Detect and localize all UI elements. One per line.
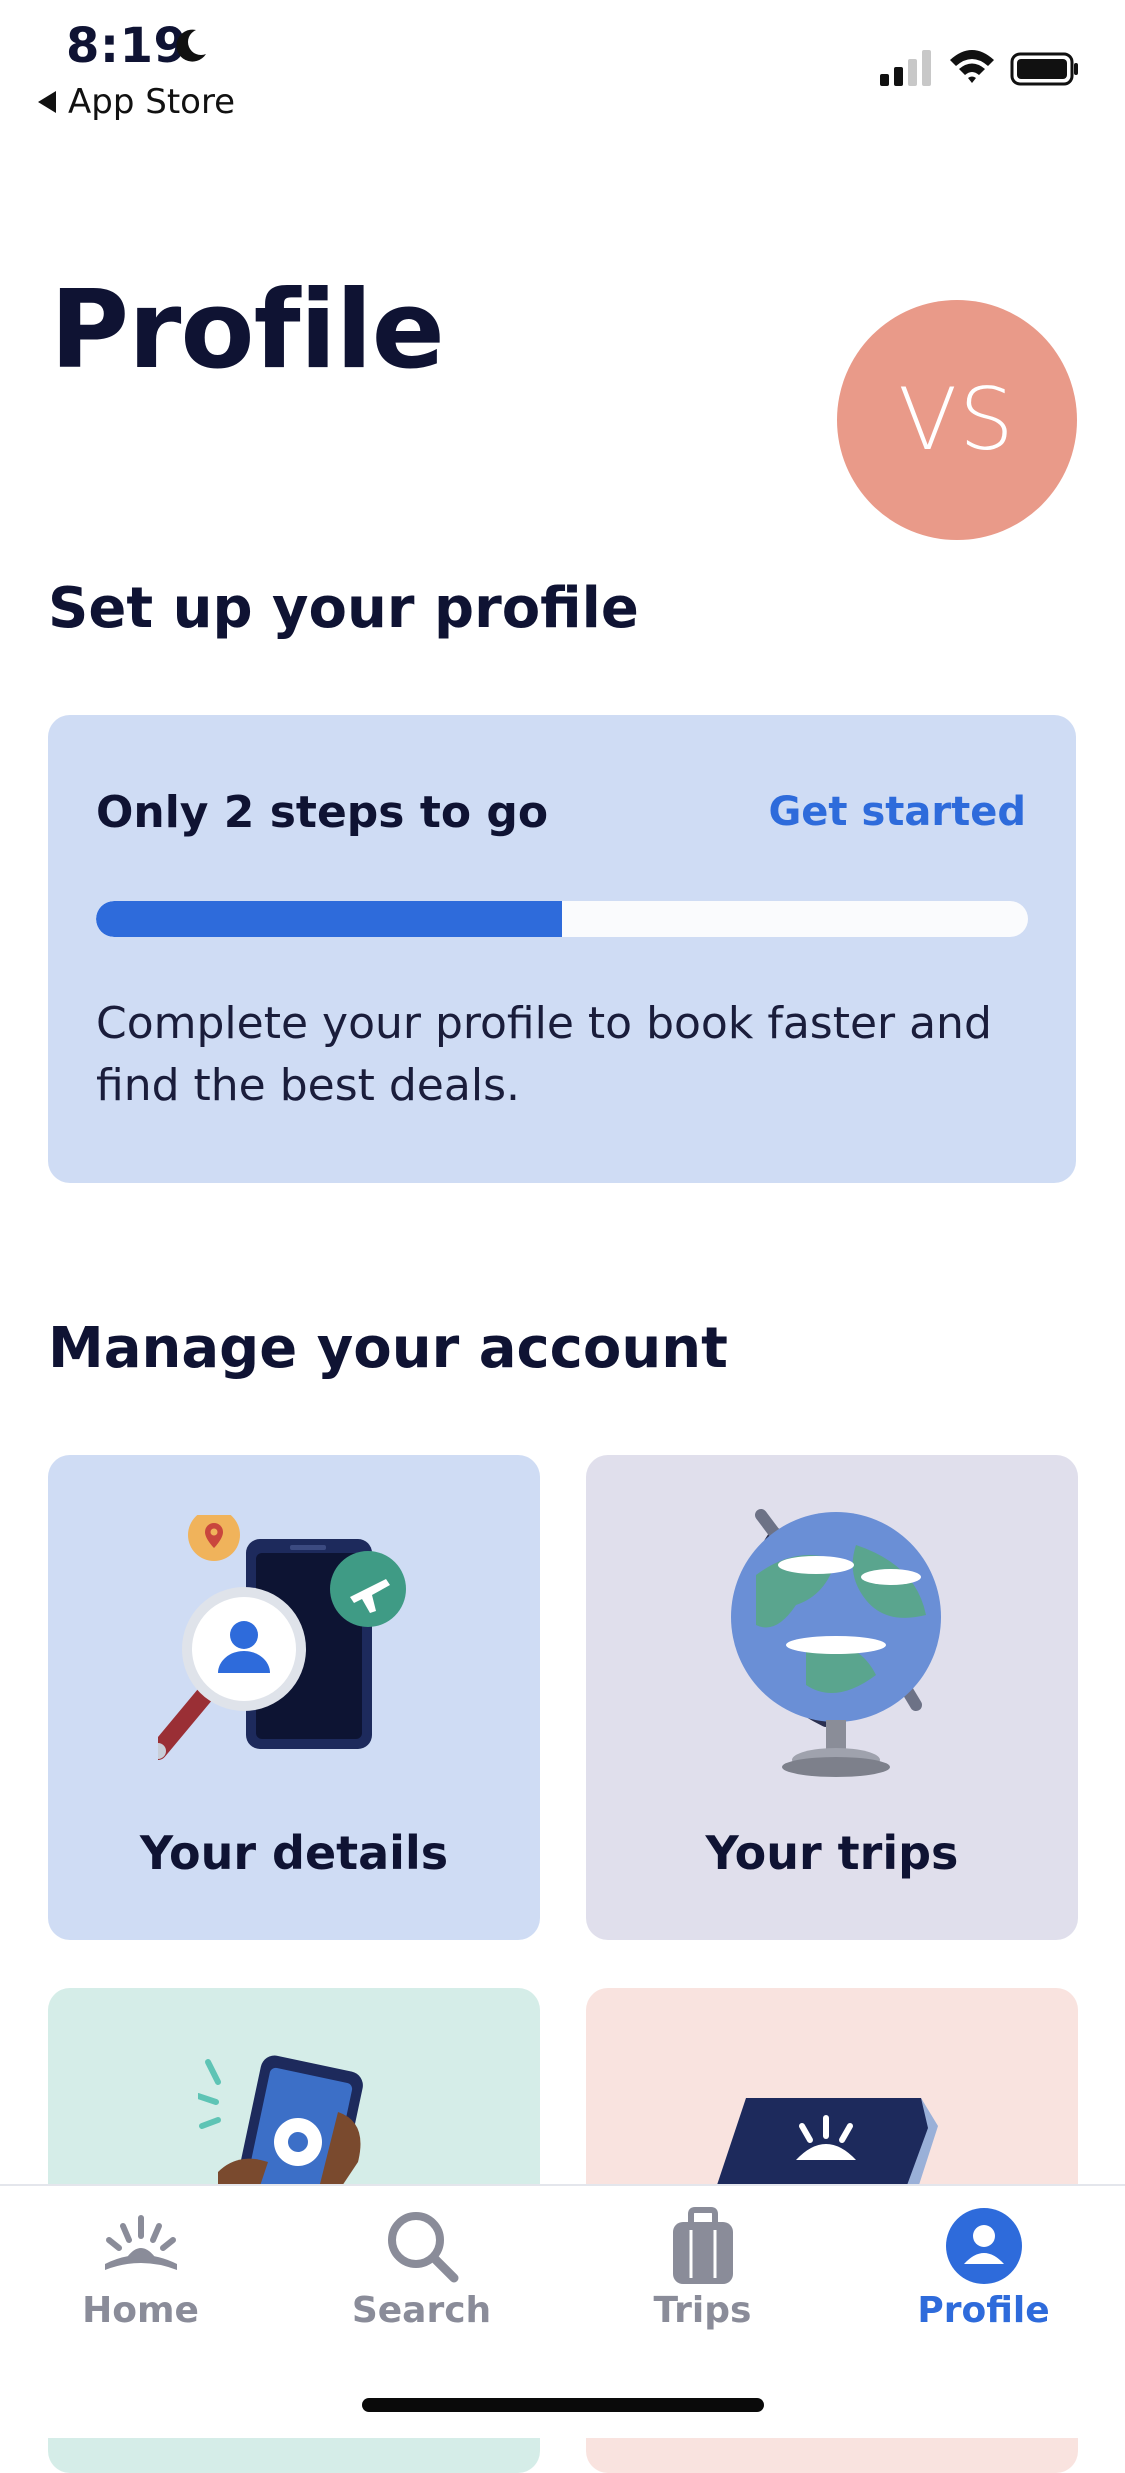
sunrise-icon: [104, 2215, 177, 2270]
tab-search[interactable]: Search: [281, 2186, 562, 2376]
cellular-signal-icon: [880, 50, 931, 86]
tile-label: Your trips: [705, 1826, 959, 1880]
avatar-initials: VS: [898, 370, 1016, 470]
globe-icon: [731, 1509, 941, 1777]
battery-icon: [1010, 52, 1078, 86]
tab-label: Trips: [653, 2290, 752, 2331]
your-trips-tile[interactable]: Your trips: [586, 1455, 1078, 1940]
tab-home[interactable]: Home: [0, 2186, 281, 2376]
get-started-link[interactable]: Get started: [768, 789, 1026, 835]
magnifier-phone-icon: [158, 1515, 406, 1760]
setup-description: Complete your profile to book faster and…: [96, 998, 992, 1111]
tab-label: Home: [82, 2290, 199, 2331]
tab-label: Profile: [917, 2290, 1050, 2331]
back-to-app-store[interactable]: App Store: [38, 82, 235, 122]
moon-icon: [176, 29, 206, 62]
setup-profile-card: Only 2 steps to go Get started Complete …: [48, 715, 1076, 1183]
manage-heading: Manage your account: [48, 1316, 728, 1381]
profile-progress-bar: [96, 901, 1028, 937]
tab-profile[interactable]: Profile: [843, 2186, 1124, 2376]
tab-trips[interactable]: Trips: [562, 2186, 843, 2376]
avatar[interactable]: VS: [837, 300, 1077, 540]
luggage-icon: [672, 2207, 733, 2284]
person-icon: [945, 2208, 1022, 2284]
back-arrow-icon: [38, 91, 56, 113]
tab-label: Search: [351, 2290, 492, 2331]
tile-label: Your details: [139, 1826, 449, 1880]
your-details-tile[interactable]: Your details: [48, 1455, 540, 1940]
steps-remaining: Only 2 steps to go: [96, 787, 549, 838]
back-label: App Store: [68, 82, 236, 122]
home-indicator: [362, 2398, 764, 2412]
wifi-icon: [950, 50, 994, 83]
setup-heading: Set up your profile: [48, 576, 639, 641]
phone-settings-icon: [198, 2055, 363, 2192]
profile-progress-fill: [96, 901, 562, 937]
book-icon: [716, 2098, 938, 2188]
search-icon: [387, 2212, 458, 2283]
page-title: Profile: [50, 268, 445, 393]
